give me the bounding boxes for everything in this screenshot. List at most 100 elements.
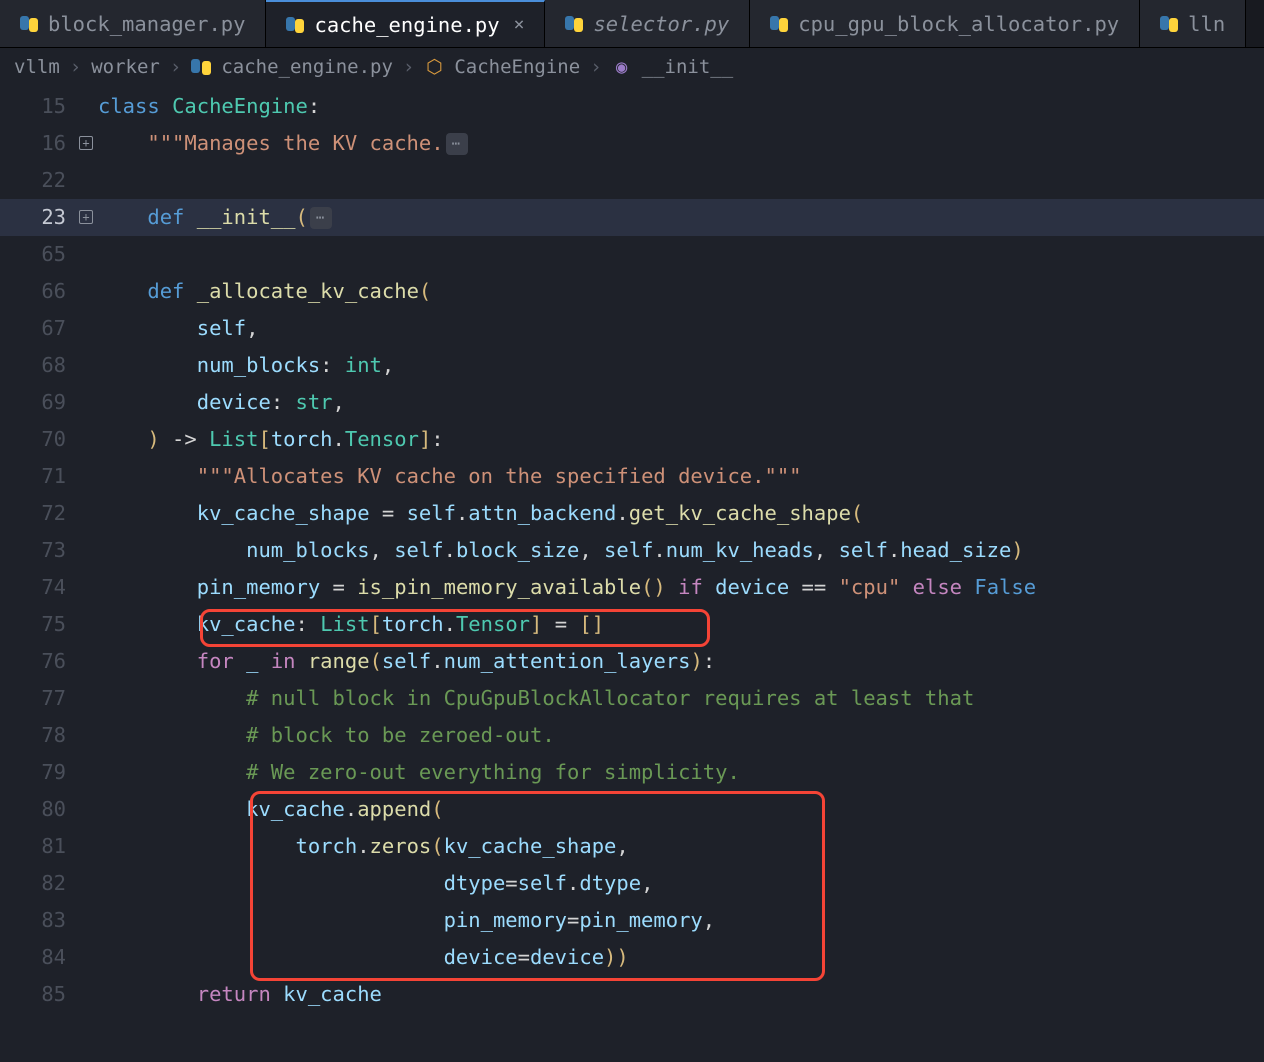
variable: pin_memory [197, 575, 320, 599]
line-number: 80 [0, 791, 74, 828]
keyword: for [197, 649, 234, 673]
type: int [345, 353, 382, 377]
chevron-right-icon: › [403, 56, 414, 78]
paren: ) [147, 427, 159, 451]
kwarg: device [444, 945, 518, 969]
line-number: 72 [0, 495, 74, 532]
bracket: [ [258, 427, 270, 451]
keyword: return [197, 982, 271, 1006]
editor-tabs: block_manager.py cache_engine.py × selec… [0, 0, 1264, 48]
tab-block-manager[interactable]: block_manager.py [0, 0, 266, 47]
line-number: 81 [0, 828, 74, 865]
code-line: 74 pin_memory = is_pin_memory_available(… [0, 569, 1264, 606]
attr: head_size [900, 538, 1011, 562]
folded-indicator[interactable]: ⋯ [446, 133, 468, 155]
list-literal: [] [579, 612, 604, 636]
code-line: 80 kv_cache.append( [0, 791, 1264, 828]
type: List [320, 612, 369, 636]
line-number: 82 [0, 865, 74, 902]
variable: kv_cache_shape [197, 501, 370, 525]
bracket: ] [419, 427, 431, 451]
line-number: 76 [0, 643, 74, 680]
constant: False [974, 575, 1036, 599]
crumb-class[interactable]: CacheEngine [454, 56, 580, 78]
close-icon[interactable]: × [514, 14, 525, 35]
attr: block_size [456, 538, 579, 562]
python-icon [565, 15, 583, 33]
tab-cache-engine[interactable]: cache_engine.py × [266, 0, 545, 47]
line-number: 15 [0, 88, 74, 125]
variable: kv_cache [246, 797, 345, 821]
code-line: 70 ) -> List[torch.Tensor]: [0, 421, 1264, 458]
operator: == [789, 575, 838, 599]
code-line: 68 num_blocks: int, [0, 347, 1264, 384]
code-line: 66 def _allocate_kv_cache( [0, 273, 1264, 310]
function-name: _allocate_kv_cache [197, 279, 419, 303]
code-line: 72 kv_cache_shape = self.attn_backend.ge… [0, 495, 1264, 532]
string: "cpu" [839, 575, 901, 599]
line-number: 65 [0, 236, 74, 273]
code-line: 75 kv_cache: List[torch.Tensor] = [] [0, 606, 1264, 643]
code-line: 15 class CacheEngine: [0, 88, 1264, 125]
line-number: 22 [0, 162, 74, 199]
module: torch [295, 834, 357, 858]
class-icon: ⬡ [424, 56, 444, 78]
line-number: 23 [0, 199, 74, 236]
dot: . [333, 427, 345, 451]
docstring: """Manages the KV cache. [147, 131, 443, 155]
fold-expand-icon[interactable]: + [79, 136, 93, 150]
line-number: 69 [0, 384, 74, 421]
code-line: 65 [0, 236, 1264, 273]
crumb-method[interactable]: __init__ [642, 56, 734, 78]
arrow: -> [160, 427, 209, 451]
line-number: 79 [0, 754, 74, 791]
function-name: __init__ [197, 205, 296, 229]
self: self [839, 538, 888, 562]
paren: ( [419, 279, 431, 303]
crumb-folder[interactable]: worker [91, 56, 160, 78]
python-icon [1160, 15, 1178, 33]
attr: dtype [579, 871, 641, 895]
function-call: zeros [370, 834, 432, 858]
type: str [296, 390, 333, 414]
code-line: 76 for _ in range(self.num_attention_lay… [0, 643, 1264, 680]
code-line: 69 device: str, [0, 384, 1264, 421]
tab-selector[interactable]: selector.py [545, 0, 750, 47]
crumb-file[interactable]: cache_engine.py [221, 56, 393, 78]
attr: num_attention_layers [444, 649, 691, 673]
code-line-active: 23 + def __init__(⋯ [0, 199, 1264, 236]
self: self [407, 501, 456, 525]
fold-expand-icon[interactable]: + [79, 210, 93, 224]
crumb-folder[interactable]: vllm [14, 56, 60, 78]
line-number: 67 [0, 310, 74, 347]
arg: num_blocks [246, 538, 369, 562]
tab-overflow[interactable]: lln [1140, 0, 1246, 47]
param-self: self [197, 316, 246, 340]
line-number: 85 [0, 976, 74, 1013]
keyword: in [271, 649, 296, 673]
variable: device [715, 575, 789, 599]
keyword: else [900, 575, 974, 599]
self: self [382, 649, 431, 673]
paren: ) [1011, 538, 1023, 562]
code-line: 67 self, [0, 310, 1264, 347]
code-line: 83 pin_memory=pin_memory, [0, 902, 1264, 939]
punct: , [246, 316, 258, 340]
kwarg: pin_memory [444, 908, 567, 932]
punct: , [382, 353, 394, 377]
module: torch [382, 612, 444, 636]
tab-label: lln [1188, 12, 1225, 36]
operator: = [320, 575, 357, 599]
code-line: 73 num_blocks, self.block_size, self.num… [0, 532, 1264, 569]
line-number: 70 [0, 421, 74, 458]
class-name: CacheEngine [172, 94, 308, 118]
tab-cpu-gpu-allocator[interactable]: cpu_gpu_block_allocator.py [750, 0, 1140, 47]
folded-indicator[interactable]: ⋯ [310, 207, 332, 229]
code-editor[interactable]: 15 class CacheEngine: 16 + """Manages th… [0, 88, 1264, 1013]
comment: # block to be zeroed-out. [246, 723, 555, 747]
python-icon [286, 16, 304, 34]
code-line: 71 """Allocates KV cache on the specifie… [0, 458, 1264, 495]
arg: kv_cache_shape [444, 834, 617, 858]
param: device [197, 390, 271, 414]
variable: _ [246, 649, 258, 673]
